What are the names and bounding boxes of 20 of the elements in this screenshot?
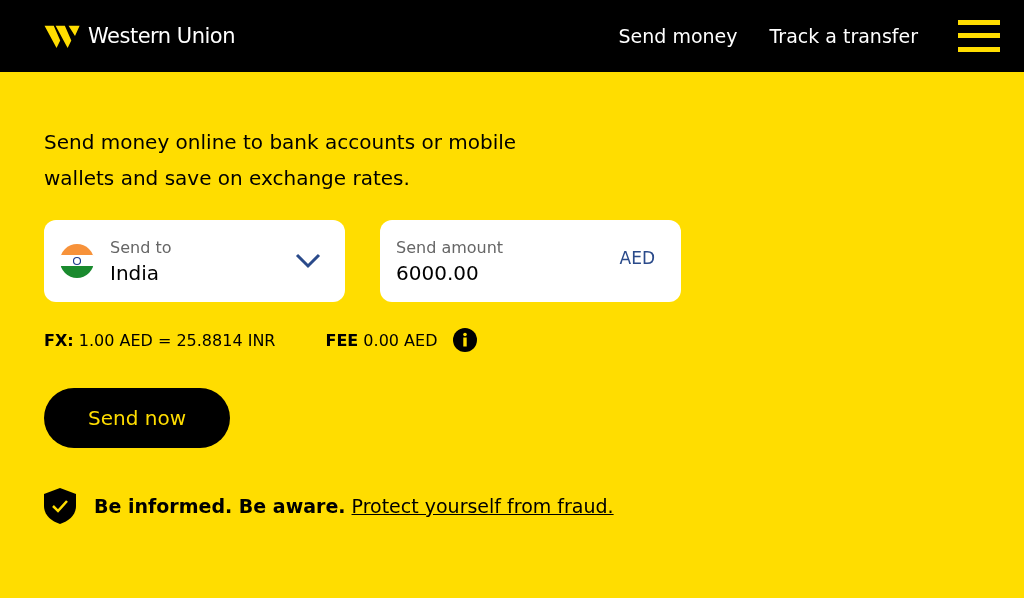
info-icon[interactable] — [453, 328, 478, 352]
send-now-button[interactable]: Send now — [44, 388, 230, 448]
notice-text: Be informed. Be aware. — [94, 495, 346, 517]
send-to-dropdown[interactable]: Send to India — [44, 220, 345, 302]
shield-check-icon — [44, 488, 76, 524]
chevron-down-icon — [295, 253, 321, 269]
field-value: India — [110, 260, 161, 285]
brand-name: Western Union — [88, 24, 235, 48]
logo-icon — [44, 24, 82, 48]
nav-link[interactable]: Track a transfer — [769, 25, 918, 47]
flag-icon — [60, 244, 94, 278]
exchange-rate-text: FX: 1.00 AED = 25.8814 INR — [44, 330, 276, 350]
field-label: Send amount — [396, 237, 505, 257]
fraud-link[interactable]: Protect yourself from fraud. — [351, 495, 614, 517]
currency-label: AED — [619, 248, 655, 268]
fee-text: FEE 0.00 AED — [325, 330, 438, 350]
field-label: Send to — [110, 237, 173, 257]
nav-link[interactable]: Send money — [618, 25, 738, 47]
intro-text: Send money online to bank accounts or mobile wallets and save on exchange rates. — [44, 129, 518, 192]
menu-icon[interactable] — [958, 20, 1000, 52]
